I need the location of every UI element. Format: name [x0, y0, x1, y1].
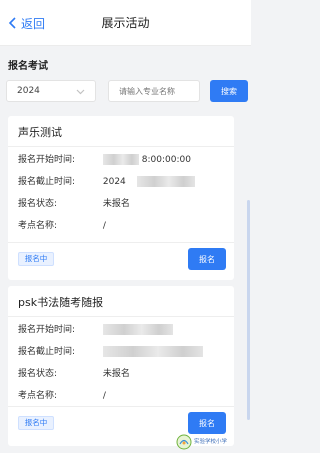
venue-label: 考点名称:	[18, 221, 58, 231]
status-badge: 报名中	[18, 252, 54, 266]
end-time-value	[102, 346, 203, 357]
venue-value: /	[102, 221, 106, 231]
status-label: 报名状态:	[18, 369, 58, 379]
exam-title: 声乐测试	[18, 126, 62, 139]
end-time-value: 2024	[103, 176, 195, 187]
major-search-input[interactable]	[108, 80, 200, 102]
start-time-value	[102, 324, 173, 335]
status-label: 报名状态:	[18, 199, 58, 209]
chevron-down-icon	[76, 89, 85, 95]
start-time-label: 报名开始时间:	[18, 155, 76, 165]
scrollbar[interactable]	[247, 200, 250, 420]
section-title: 报名考试	[8, 61, 48, 72]
school-logo-icon	[176, 434, 192, 450]
exam-card: 声乐测试 报名开始时间: 8:00:00:00 报名截止时间: 2024 报名状…	[8, 116, 234, 280]
redacted-block	[102, 324, 173, 335]
exam-card: psk书法随考随报 报名开始时间: 报名截止时间: 报名状态: 未报名 考点名称…	[8, 286, 234, 446]
divider	[8, 146, 234, 147]
end-time-label: 报名截止时间:	[18, 177, 76, 187]
start-time-value: 8:00:00:00	[102, 154, 191, 165]
venue-row: 考点名称: /	[18, 388, 106, 402]
venue-label: 考点名称:	[18, 391, 58, 401]
venue-row: 考点名称: /	[18, 218, 106, 232]
status-row: 报名状态: 未报名	[18, 366, 130, 380]
status-value: 未报名	[102, 199, 130, 209]
watermark-text: 实验学校小学	[194, 439, 227, 445]
exam-title: psk书法随考随报	[18, 296, 104, 309]
divider	[8, 316, 234, 317]
filter-row: 2024 搜索	[0, 80, 251, 104]
top-navbar: 返回 展示活动	[0, 0, 251, 46]
divider	[8, 406, 234, 407]
redacted-block	[102, 346, 203, 357]
status-badge: 报名中	[18, 416, 54, 430]
divider	[8, 242, 234, 243]
year-select[interactable]: 2024	[6, 80, 96, 102]
end-time-row: 报名截止时间:	[18, 344, 203, 358]
signup-button[interactable]: 报名	[188, 412, 226, 434]
redacted-block	[136, 176, 195, 187]
signup-button[interactable]: 报名	[188, 248, 226, 270]
status-value: 未报名	[102, 369, 130, 379]
start-time-visible: 8:00:00:00	[141, 155, 191, 165]
end-time-label: 报名截止时间:	[18, 347, 76, 357]
start-time-row: 报名开始时间:	[18, 322, 173, 336]
status-row: 报名状态: 未报名	[18, 196, 130, 210]
watermark: 实验学校小学	[176, 432, 250, 452]
start-time-label: 报名开始时间:	[18, 325, 76, 335]
end-time-visible: 2024	[102, 177, 126, 187]
redacted-block	[102, 154, 139, 165]
start-time-row: 报名开始时间: 8:00:00:00	[18, 152, 191, 166]
end-time-row: 报名截止时间: 2024	[18, 174, 195, 188]
venue-value: /	[102, 391, 106, 401]
page-title: 展示活动	[101, 16, 150, 30]
year-value: 2024	[17, 86, 40, 96]
watermark-title: 实验学校小学	[194, 439, 228, 445]
search-button[interactable]: 搜索	[210, 80, 248, 102]
